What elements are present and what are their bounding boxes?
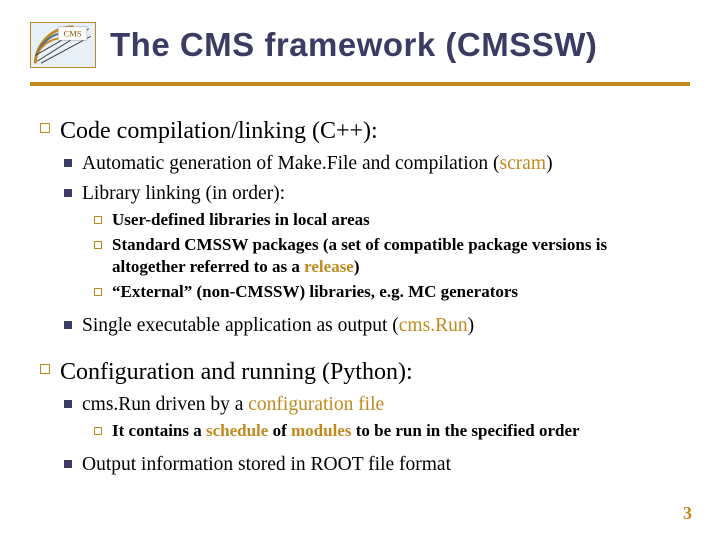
- title-underline: [30, 82, 690, 86]
- bullet-solid-square-icon: [64, 321, 72, 329]
- keyword: modules: [291, 421, 351, 440]
- bullet-l1: Code compilation/linking (C++):: [40, 116, 680, 147]
- bullet-text: It contains a schedule of modules to be …: [112, 420, 680, 442]
- keyword: release: [304, 257, 354, 276]
- bullet-small-hollow-icon: [94, 216, 102, 224]
- bullet-text: Configuration and running (Python):: [60, 357, 680, 388]
- bullet-solid-square-icon: [64, 400, 72, 408]
- logo-text: CMS: [63, 28, 81, 38]
- bullet-text: Single executable application as output …: [82, 313, 680, 338]
- bullet-hollow-square-icon: [40, 123, 50, 133]
- bullet-l2: Automatic generation of Make.File and co…: [64, 151, 680, 176]
- cms-logo-icon: CMS: [30, 22, 96, 68]
- bullet-text: Library linking (in order):: [82, 181, 680, 206]
- bullet-text: Standard CMSSW packages (a set of compat…: [112, 234, 680, 278]
- bullet-l2: cms.Run driven by a configuration file: [64, 392, 680, 417]
- bullet-l2: Library linking (in order):: [64, 181, 680, 206]
- keyword: configuration file: [248, 394, 384, 415]
- bullet-l1: Configuration and running (Python):: [40, 357, 680, 388]
- keyword: scram: [500, 153, 547, 174]
- text: to be run in the specified order: [351, 421, 579, 440]
- text: ): [468, 315, 475, 336]
- bullet-text: “External” (non-CMSSW) libraries, e.g. M…: [112, 281, 680, 303]
- slide-body: Code compilation/linking (C++): Automati…: [40, 110, 680, 480]
- text: Standard CMSSW packages (a set of compat…: [112, 235, 607, 276]
- bullet-text: cms.Run driven by a configuration file: [82, 392, 680, 417]
- keyword: cms.Run: [399, 315, 468, 336]
- page-number: 3: [683, 503, 692, 524]
- bullet-text: Automatic generation of Make.File and co…: [82, 151, 680, 176]
- slide-title: The CMS framework (CMSSW): [110, 26, 690, 64]
- text: Single executable application as output …: [82, 315, 399, 336]
- bullet-small-hollow-icon: [94, 427, 102, 435]
- text: Automatic generation of Make.File and co…: [82, 153, 500, 174]
- bullet-small-hollow-icon: [94, 288, 102, 296]
- bullet-l3: User-defined libraries in local areas: [94, 209, 680, 231]
- bullet-l3: Standard CMSSW packages (a set of compat…: [94, 234, 680, 278]
- bullet-text: Output information stored in ROOT file f…: [82, 452, 680, 477]
- bullet-text: User-defined libraries in local areas: [112, 209, 680, 231]
- bullet-l2: Output information stored in ROOT file f…: [64, 452, 680, 477]
- bullet-solid-square-icon: [64, 189, 72, 197]
- bullet-text: Code compilation/linking (C++):: [60, 116, 680, 147]
- text: of: [268, 421, 291, 440]
- text: cms.Run driven by a: [82, 394, 248, 415]
- bullet-solid-square-icon: [64, 159, 72, 167]
- keyword: schedule: [206, 421, 268, 440]
- bullet-small-hollow-icon: [94, 241, 102, 249]
- bullet-l3: It contains a schedule of modules to be …: [94, 420, 680, 442]
- text: It contains a: [112, 421, 206, 440]
- bullet-l2: Single executable application as output …: [64, 313, 680, 338]
- bullet-hollow-square-icon: [40, 364, 50, 374]
- text: ): [546, 153, 553, 174]
- bullet-solid-square-icon: [64, 460, 72, 468]
- slide: CMS The CMS framework (CMSSW) Code compi…: [0, 0, 720, 540]
- bullet-l3: “External” (non-CMSSW) libraries, e.g. M…: [94, 281, 680, 303]
- text: ): [354, 257, 360, 276]
